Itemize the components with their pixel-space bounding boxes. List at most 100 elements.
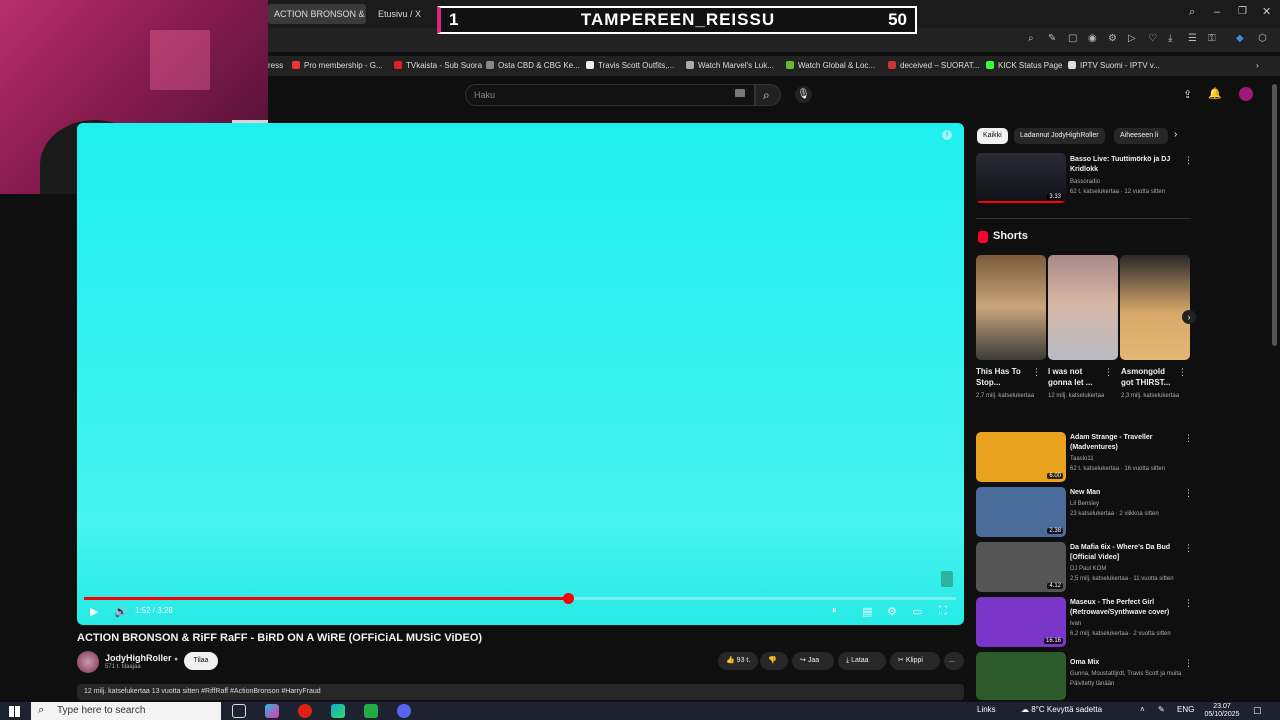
bookmark-item[interactable]: KICK Status Page	[986, 59, 1062, 73]
app-icon[interactable]	[364, 704, 378, 718]
clip-button[interactable]: ✂ Klippi	[890, 652, 940, 670]
links-toolbar[interactable]: Links	[977, 705, 996, 714]
related-video-title[interactable]: Adam Strange - Traveller (Madventures)	[1070, 433, 1180, 453]
opera-icon[interactable]	[298, 704, 312, 718]
bookmark-item[interactable]: Osta CBD & CBG Ke...	[486, 59, 580, 73]
share-button[interactable]: ↪ Jaa	[792, 652, 834, 670]
subtitles-icon[interactable]: ▤	[862, 605, 872, 618]
video-thumbnail[interactable]	[976, 652, 1066, 700]
zoom-icon[interactable]: ⌕	[1028, 33, 1034, 44]
task-view-icon[interactable]	[232, 704, 246, 718]
edit-icon[interactable]: ✎	[1048, 33, 1056, 44]
bookmark-item[interactable]: Travis Scott Outfits,...	[586, 59, 674, 73]
bookmark-item[interactable]: TVkaista - Sub Suora	[394, 59, 482, 73]
more-options-icon[interactable]: ⋮	[1184, 598, 1193, 609]
upload-icon[interactable]: ⇪	[1183, 88, 1192, 101]
chevron-right-icon[interactable]: ›	[1174, 129, 1177, 140]
copilot-app-icon[interactable]	[265, 704, 279, 718]
settings-icon[interactable]: ⚙	[1108, 33, 1117, 44]
bookmark-item[interactable]: Pro membership - G...	[292, 59, 383, 73]
windows-start-icon[interactable]	[9, 706, 20, 717]
collections-icon[interactable]: ☰	[1188, 33, 1197, 44]
video-player[interactable]: i	[77, 123, 964, 625]
related-video-channel[interactable]: Taaslo11	[1070, 454, 1190, 464]
related-video-title[interactable]: New Man	[1070, 488, 1180, 498]
related-video-title[interactable]: Basso Live: Tuuttimörkö ja DJ Kridlokk	[1070, 155, 1180, 175]
bookmark-item[interactable]: deceived – SUORAT...	[888, 59, 979, 73]
restore-icon[interactable]: ❐	[1238, 6, 1247, 17]
copilot-icon[interactable]: ◆	[1236, 33, 1244, 44]
chevron-right-icon[interactable]: ›	[1256, 59, 1259, 73]
fullscreen-icon[interactable]: ⛶	[939, 605, 947, 618]
download-button[interactable]: ⤓ Lataa	[838, 652, 886, 670]
bookmark-item[interactable]: Watch Global & Loc...	[786, 59, 875, 73]
short-title[interactable]: This Has To Stop...	[976, 366, 1034, 388]
avatar[interactable]	[1239, 87, 1253, 101]
channel-name[interactable]: JodyHighRoller ●	[105, 653, 178, 663]
extension-icon[interactable]: ◉	[1088, 33, 1097, 44]
keyboard-icon[interactable]	[735, 89, 745, 97]
search-input[interactable]: Haku	[465, 84, 755, 106]
progress-bar[interactable]	[84, 593, 956, 604]
mic-icon[interactable]: 🎙	[795, 86, 812, 103]
notifications-icon[interactable]: ▢	[1253, 705, 1262, 716]
tab-x[interactable]: Etusivu / X	[372, 4, 432, 24]
dislike-button[interactable]: 👎	[760, 652, 788, 670]
short-thumbnail[interactable]	[976, 255, 1046, 360]
chip-uploaded-by[interactable]: Ladannut JodyHighRoller	[1014, 128, 1105, 144]
bookmark-item[interactable]: Watch Marvel's Luk...	[686, 59, 774, 73]
tray-chevron-icon[interactable]: ˄	[1140, 705, 1145, 714]
discord-icon[interactable]	[397, 704, 411, 718]
info-icon[interactable]: i	[942, 130, 952, 140]
taskbar-search-input[interactable]: Type here to search	[31, 702, 221, 720]
chevron-right-icon[interactable]: ›	[1182, 310, 1196, 324]
chip-all[interactable]: Kaikki	[977, 128, 1008, 144]
progress-scrubber[interactable]	[562, 593, 574, 604]
clock[interactable]: 23.07 05/10/2025	[1202, 703, 1242, 719]
related-video-channel[interactable]: Gunna, Moustattijrdt, Travis Scott ja mu…	[1070, 669, 1190, 679]
related-video-channel[interactable]: DJ Paul KOM	[1070, 564, 1190, 574]
search-icon[interactable]: ⌕	[1189, 6, 1195, 19]
video-description[interactable]: 12 milj. katselukertaa 13 vuotta sitten …	[77, 684, 964, 700]
search-button[interactable]: ⌕	[755, 84, 781, 106]
video-thumbnail[interactable]: 16.16	[976, 597, 1066, 647]
related-video-channel[interactable]: Ivan	[1070, 619, 1190, 629]
related-video-channel[interactable]: Bassoradio	[1070, 177, 1190, 187]
language-indicator[interactable]: ENG	[1177, 705, 1194, 714]
edge-icon[interactable]	[331, 704, 345, 718]
more-options-icon[interactable]: ⋮	[1184, 543, 1193, 554]
video-thumbnail[interactable]: 2.38	[976, 487, 1066, 537]
more-options-icon[interactable]: ⋮	[1104, 367, 1113, 378]
close-icon[interactable]: ✕	[1262, 5, 1271, 18]
channel-avatar[interactable]	[77, 651, 99, 673]
bookmark-item[interactable]: ress	[268, 59, 283, 73]
video-thumbnail[interactable]: 4.12	[976, 542, 1066, 592]
more-options-icon[interactable]: ⋮	[1184, 433, 1193, 444]
short-title[interactable]: Asmongold got THIRST...	[1121, 366, 1179, 388]
settings-icon[interactable]: ⚙	[887, 605, 897, 618]
more-actions-button[interactable]: ...	[944, 652, 964, 670]
autoplay-toggle-icon[interactable]: ⏸	[832, 605, 837, 616]
video-thumbnail[interactable]: 3.33	[976, 153, 1066, 203]
related-video-channel[interactable]: Lil Bensley	[1070, 499, 1190, 509]
menu-icon[interactable]: ⬡	[1258, 33, 1267, 44]
more-options-icon[interactable]: ⋮	[1184, 658, 1193, 669]
download-icon[interactable]: ⤓	[1168, 33, 1172, 44]
volume-icon[interactable]: 🔊	[114, 605, 128, 618]
related-video-title[interactable]: Oma Mix	[1070, 658, 1180, 668]
scrollbar[interactable]	[1272, 84, 1277, 346]
video-thumbnail[interactable]: 6.00	[976, 432, 1066, 482]
more-options-icon[interactable]: ⋮	[1184, 488, 1193, 499]
short-thumbnail[interactable]	[1120, 255, 1190, 360]
more-options-icon[interactable]: ⋮	[1178, 367, 1187, 378]
related-video-title[interactable]: Maseux - The Perfect Girl (Retrowave/Syn…	[1070, 598, 1180, 618]
related-video-title[interactable]: Da Mafia 6ix - Where's Da Bud [Official …	[1070, 543, 1180, 563]
tab-youtube[interactable]: ACTION BRONSON & RiFF	[268, 4, 366, 24]
more-options-icon[interactable]: ⋮	[1184, 155, 1193, 166]
favorite-icon[interactable]: ♡	[1148, 33, 1157, 44]
pen-icon[interactable]: ✎	[1158, 705, 1165, 714]
bookmark-item[interactable]: IPTV Suomi - IPTV v...	[1068, 59, 1160, 73]
like-button[interactable]: 👍 93 t.	[718, 652, 758, 670]
weather-widget[interactable]: ☁ 8°C Kevyttä sadetta	[1021, 705, 1102, 714]
chip-related[interactable]: Aiheeseen li	[1114, 128, 1168, 144]
